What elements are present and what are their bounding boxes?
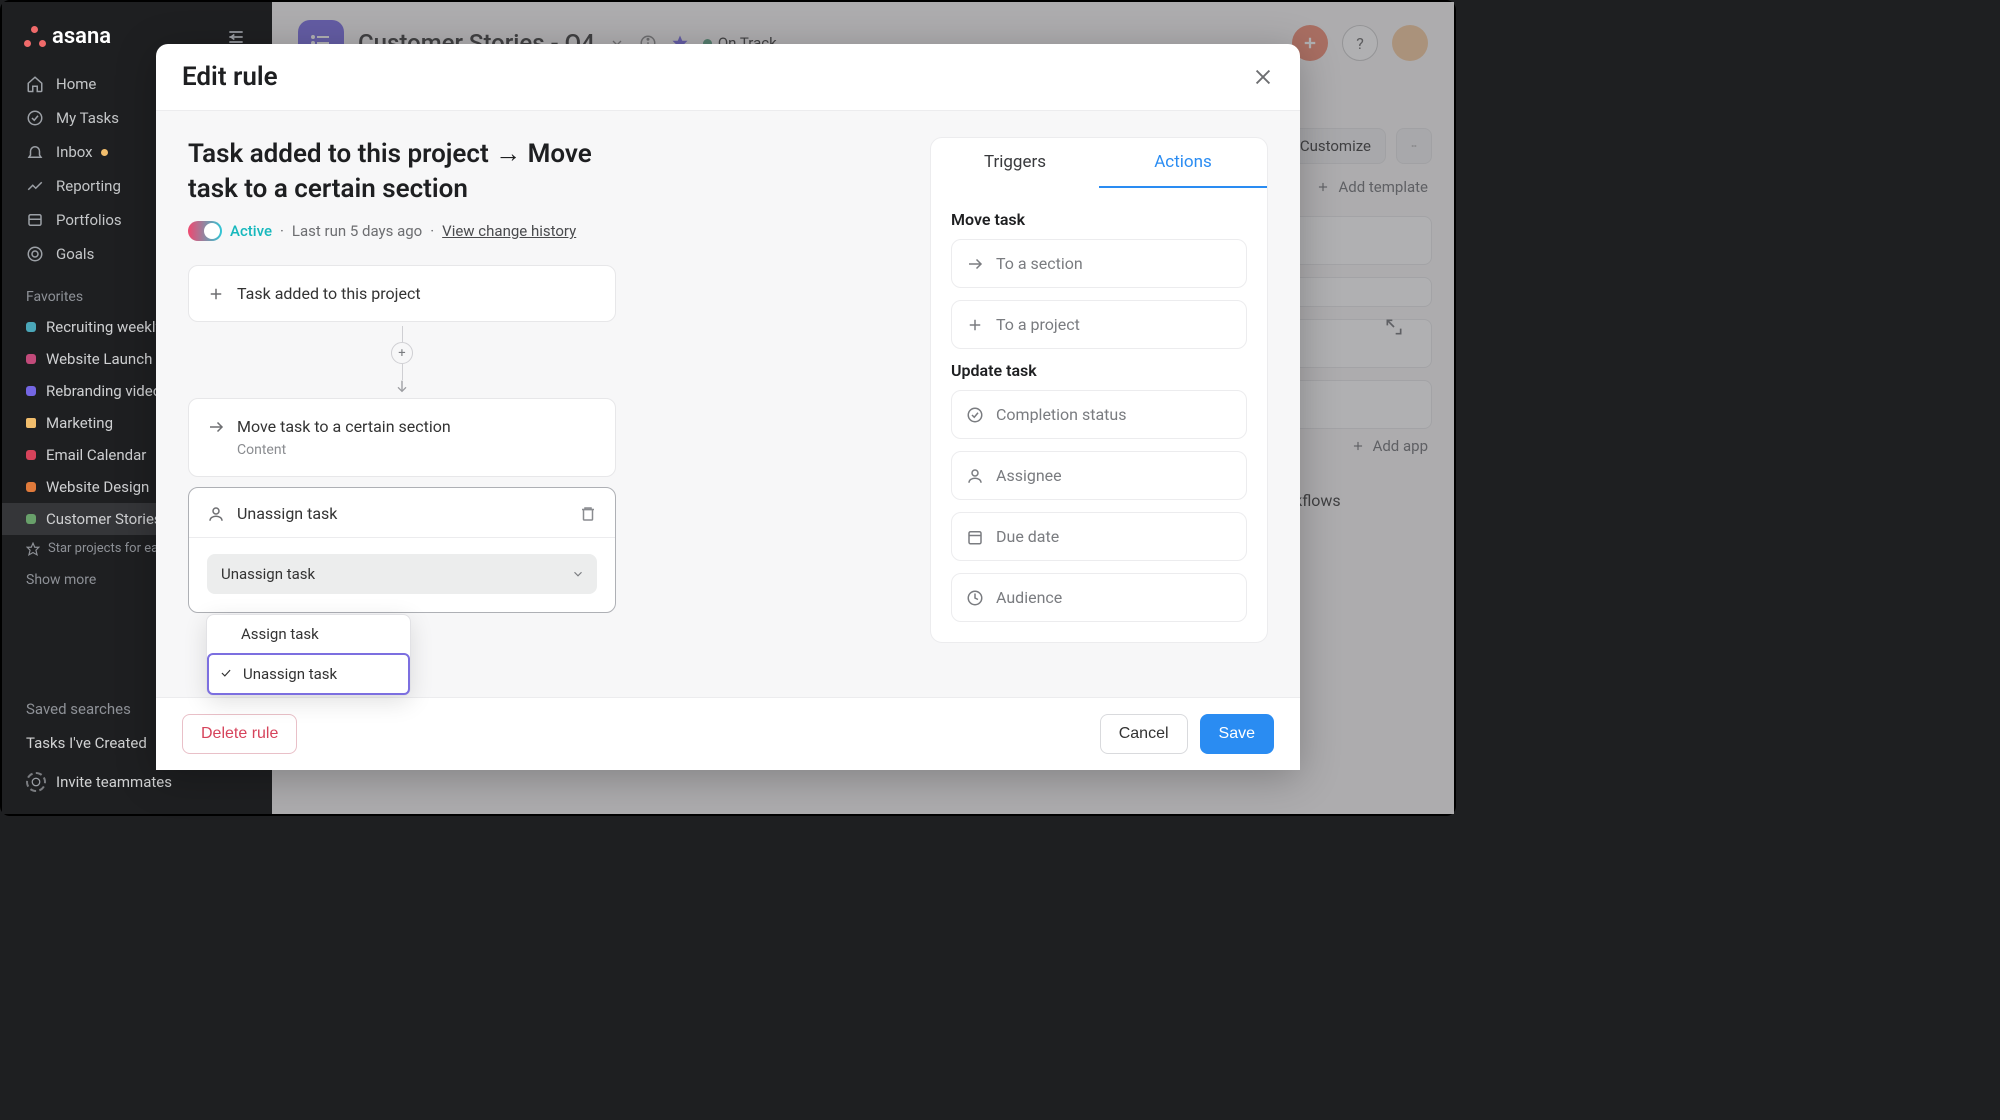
- project-color-icon: [26, 514, 36, 524]
- cancel-button[interactable]: Cancel: [1100, 714, 1188, 754]
- unassign-card: Unassign task Unassign task Assign task: [188, 487, 616, 613]
- person-icon: [207, 505, 225, 523]
- invite-icon: [26, 772, 46, 792]
- plus-icon: [207, 285, 225, 303]
- arrow-right-icon: [207, 418, 225, 436]
- delete-rule-button[interactable]: Delete rule: [182, 714, 297, 754]
- app-name: asana: [52, 24, 111, 49]
- project-color-icon: [26, 482, 36, 492]
- action-option-completion[interactable]: Completion status: [951, 390, 1247, 439]
- person-icon: [966, 467, 984, 485]
- action-option-assignee[interactable]: Assignee: [951, 451, 1247, 500]
- portfolios-icon: [26, 211, 44, 229]
- project-color-icon: [26, 450, 36, 460]
- action-option-due-date[interactable]: Due date: [951, 512, 1247, 561]
- add-step-button[interactable]: +: [391, 342, 413, 364]
- action-option-audience[interactable]: Audience: [951, 573, 1247, 622]
- chevron-down-icon: [571, 567, 585, 581]
- bell-icon: [26, 143, 44, 161]
- move-task-heading: Move task: [951, 210, 1247, 229]
- change-history-link[interactable]: View change history: [442, 222, 576, 240]
- check-circle-icon: [26, 109, 44, 127]
- logo-icon: [24, 26, 46, 48]
- trigger-card[interactable]: Task added to this project: [188, 265, 616, 322]
- dropdown-option-unassign[interactable]: Unassign task: [207, 653, 410, 695]
- home-icon: [26, 75, 44, 93]
- logo[interactable]: asana: [24, 24, 111, 49]
- folder-icon: [26, 418, 36, 428]
- goals-icon: [26, 245, 44, 263]
- close-icon[interactable]: [1252, 66, 1274, 88]
- actions-panel: Triggers Actions Move task To a section …: [930, 137, 1268, 643]
- action-option-to-project[interactable]: To a project: [951, 300, 1247, 349]
- update-task-heading: Update task: [951, 361, 1247, 380]
- project-color-icon: [26, 354, 36, 364]
- project-color-icon: [26, 386, 36, 396]
- action-card[interactable]: Move task to a certain section Content: [188, 398, 616, 477]
- arrow-down-icon: [394, 378, 410, 394]
- last-run-text: Last run 5 days ago: [292, 222, 422, 240]
- edit-rule-modal: Edit rule Task added to this project → M…: [156, 44, 1300, 770]
- tab-actions[interactable]: Actions: [1099, 138, 1267, 188]
- check-circle-icon: [966, 406, 984, 424]
- trash-icon[interactable]: [579, 505, 597, 523]
- unread-dot-icon: [101, 149, 108, 156]
- active-toggle[interactable]: [188, 221, 222, 241]
- assignment-dropdown: Assign task Unassign task: [206, 614, 411, 696]
- rule-meta: Active · Last run 5 days ago · View chan…: [188, 221, 890, 241]
- project-color-icon: [26, 322, 36, 332]
- active-label: Active: [230, 222, 272, 240]
- dropdown-option-assign[interactable]: Assign task: [207, 615, 410, 653]
- calendar-icon: [966, 528, 984, 546]
- target-icon: [966, 589, 984, 607]
- arrow-right-icon: [966, 255, 984, 273]
- action-option-to-section[interactable]: To a section: [951, 239, 1247, 288]
- rule-title: Task added to this project → Move task t…: [188, 137, 618, 207]
- reporting-icon: [26, 177, 44, 195]
- save-button[interactable]: Save: [1200, 714, 1274, 754]
- plus-icon: [966, 316, 984, 334]
- flow-connector: +: [188, 326, 616, 394]
- modal-title: Edit rule: [182, 62, 278, 92]
- assignment-select[interactable]: Unassign task: [207, 554, 597, 594]
- tab-triggers[interactable]: Triggers: [931, 138, 1099, 188]
- check-icon: [219, 666, 233, 680]
- star-icon: [26, 542, 40, 556]
